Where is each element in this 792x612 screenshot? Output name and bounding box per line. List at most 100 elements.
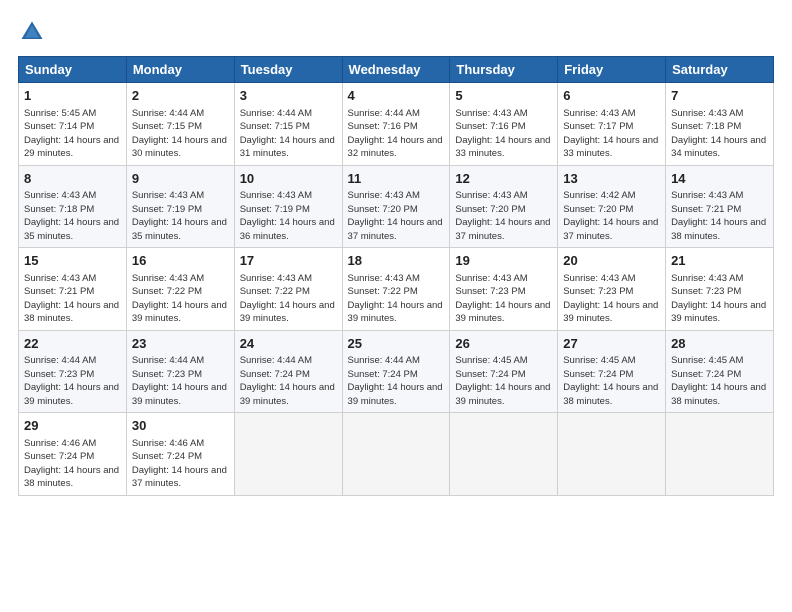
day-info: Sunrise: 4:43 AMSunset: 7:18 PMDaylight:… — [671, 108, 766, 160]
day-info: Sunrise: 5:45 AMSunset: 7:14 PMDaylight:… — [24, 108, 119, 160]
day-info: Sunrise: 4:43 AMSunset: 7:21 PMDaylight:… — [671, 190, 766, 242]
calendar-header-monday: Monday — [126, 57, 234, 83]
calendar-week-1: 1 Sunrise: 5:45 AMSunset: 7:14 PMDayligh… — [19, 83, 774, 166]
calendar-cell: 7 Sunrise: 4:43 AMSunset: 7:18 PMDayligh… — [666, 83, 774, 166]
day-number: 14 — [671, 170, 768, 188]
calendar-cell: 17 Sunrise: 4:43 AMSunset: 7:22 PMDaylig… — [234, 248, 342, 331]
calendar-cell: 29 Sunrise: 4:46 AMSunset: 7:24 PMDaylig… — [19, 413, 127, 496]
page: SundayMondayTuesdayWednesdayThursdayFrid… — [0, 0, 792, 612]
calendar-header-sunday: Sunday — [19, 57, 127, 83]
day-info: Sunrise: 4:45 AMSunset: 7:24 PMDaylight:… — [671, 355, 766, 407]
calendar-header-wednesday: Wednesday — [342, 57, 450, 83]
day-number: 30 — [132, 417, 229, 435]
calendar-cell: 18 Sunrise: 4:43 AMSunset: 7:22 PMDaylig… — [342, 248, 450, 331]
day-info: Sunrise: 4:43 AMSunset: 7:22 PMDaylight:… — [240, 273, 335, 325]
calendar-header-tuesday: Tuesday — [234, 57, 342, 83]
calendar-header-friday: Friday — [558, 57, 666, 83]
calendar-table: SundayMondayTuesdayWednesdayThursdayFrid… — [18, 56, 774, 496]
calendar-cell: 9 Sunrise: 4:43 AMSunset: 7:19 PMDayligh… — [126, 165, 234, 248]
calendar-cell: 2 Sunrise: 4:44 AMSunset: 7:15 PMDayligh… — [126, 83, 234, 166]
day-info: Sunrise: 4:43 AMSunset: 7:17 PMDaylight:… — [563, 108, 658, 160]
calendar-cell: 12 Sunrise: 4:43 AMSunset: 7:20 PMDaylig… — [450, 165, 558, 248]
calendar-cell — [666, 413, 774, 496]
day-number: 4 — [348, 87, 445, 105]
calendar-cell — [342, 413, 450, 496]
calendar-cell: 6 Sunrise: 4:43 AMSunset: 7:17 PMDayligh… — [558, 83, 666, 166]
calendar-cell: 20 Sunrise: 4:43 AMSunset: 7:23 PMDaylig… — [558, 248, 666, 331]
day-number: 20 — [563, 252, 660, 270]
day-info: Sunrise: 4:46 AMSunset: 7:24 PMDaylight:… — [24, 438, 119, 490]
calendar-cell: 11 Sunrise: 4:43 AMSunset: 7:20 PMDaylig… — [342, 165, 450, 248]
day-info: Sunrise: 4:44 AMSunset: 7:15 PMDaylight:… — [132, 108, 227, 160]
day-info: Sunrise: 4:43 AMSunset: 7:22 PMDaylight:… — [132, 273, 227, 325]
day-info: Sunrise: 4:43 AMSunset: 7:23 PMDaylight:… — [671, 273, 766, 325]
day-number: 19 — [455, 252, 552, 270]
day-info: Sunrise: 4:43 AMSunset: 7:20 PMDaylight:… — [455, 190, 550, 242]
header — [18, 18, 774, 46]
day-number: 21 — [671, 252, 768, 270]
day-info: Sunrise: 4:44 AMSunset: 7:23 PMDaylight:… — [24, 355, 119, 407]
day-number: 10 — [240, 170, 337, 188]
calendar-cell: 4 Sunrise: 4:44 AMSunset: 7:16 PMDayligh… — [342, 83, 450, 166]
calendar-cell: 3 Sunrise: 4:44 AMSunset: 7:15 PMDayligh… — [234, 83, 342, 166]
calendar-cell: 5 Sunrise: 4:43 AMSunset: 7:16 PMDayligh… — [450, 83, 558, 166]
day-number: 12 — [455, 170, 552, 188]
day-info: Sunrise: 4:43 AMSunset: 7:18 PMDaylight:… — [24, 190, 119, 242]
calendar-cell: 14 Sunrise: 4:43 AMSunset: 7:21 PMDaylig… — [666, 165, 774, 248]
day-number: 25 — [348, 335, 445, 353]
calendar-cell: 26 Sunrise: 4:45 AMSunset: 7:24 PMDaylig… — [450, 330, 558, 413]
day-info: Sunrise: 4:43 AMSunset: 7:23 PMDaylight:… — [563, 273, 658, 325]
calendar-cell — [450, 413, 558, 496]
calendar-header-saturday: Saturday — [666, 57, 774, 83]
day-number: 27 — [563, 335, 660, 353]
calendar-cell: 16 Sunrise: 4:43 AMSunset: 7:22 PMDaylig… — [126, 248, 234, 331]
day-info: Sunrise: 4:43 AMSunset: 7:16 PMDaylight:… — [455, 108, 550, 160]
day-number: 9 — [132, 170, 229, 188]
calendar-cell — [558, 413, 666, 496]
calendar-cell: 19 Sunrise: 4:43 AMSunset: 7:23 PMDaylig… — [450, 248, 558, 331]
day-number: 5 — [455, 87, 552, 105]
day-number: 8 — [24, 170, 121, 188]
calendar-cell: 27 Sunrise: 4:45 AMSunset: 7:24 PMDaylig… — [558, 330, 666, 413]
day-info: Sunrise: 4:44 AMSunset: 7:24 PMDaylight:… — [348, 355, 443, 407]
calendar-cell: 24 Sunrise: 4:44 AMSunset: 7:24 PMDaylig… — [234, 330, 342, 413]
calendar-week-3: 15 Sunrise: 4:43 AMSunset: 7:21 PMDaylig… — [19, 248, 774, 331]
calendar-week-5: 29 Sunrise: 4:46 AMSunset: 7:24 PMDaylig… — [19, 413, 774, 496]
day-info: Sunrise: 4:45 AMSunset: 7:24 PMDaylight:… — [563, 355, 658, 407]
logo — [18, 18, 50, 46]
logo-icon — [18, 18, 46, 46]
day-number: 6 — [563, 87, 660, 105]
calendar-header-row: SundayMondayTuesdayWednesdayThursdayFrid… — [19, 57, 774, 83]
day-info: Sunrise: 4:44 AMSunset: 7:15 PMDaylight:… — [240, 108, 335, 160]
day-info: Sunrise: 4:44 AMSunset: 7:23 PMDaylight:… — [132, 355, 227, 407]
day-number: 22 — [24, 335, 121, 353]
calendar-week-2: 8 Sunrise: 4:43 AMSunset: 7:18 PMDayligh… — [19, 165, 774, 248]
calendar-cell: 25 Sunrise: 4:44 AMSunset: 7:24 PMDaylig… — [342, 330, 450, 413]
calendar-cell: 1 Sunrise: 5:45 AMSunset: 7:14 PMDayligh… — [19, 83, 127, 166]
day-number: 2 — [132, 87, 229, 105]
day-number: 13 — [563, 170, 660, 188]
calendar-header-thursday: Thursday — [450, 57, 558, 83]
calendar-cell: 28 Sunrise: 4:45 AMSunset: 7:24 PMDaylig… — [666, 330, 774, 413]
calendar-cell: 10 Sunrise: 4:43 AMSunset: 7:19 PMDaylig… — [234, 165, 342, 248]
day-info: Sunrise: 4:43 AMSunset: 7:19 PMDaylight:… — [240, 190, 335, 242]
calendar-cell: 21 Sunrise: 4:43 AMSunset: 7:23 PMDaylig… — [666, 248, 774, 331]
calendar-cell: 8 Sunrise: 4:43 AMSunset: 7:18 PMDayligh… — [19, 165, 127, 248]
day-number: 16 — [132, 252, 229, 270]
day-number: 23 — [132, 335, 229, 353]
day-info: Sunrise: 4:44 AMSunset: 7:24 PMDaylight:… — [240, 355, 335, 407]
day-info: Sunrise: 4:43 AMSunset: 7:23 PMDaylight:… — [455, 273, 550, 325]
day-info: Sunrise: 4:42 AMSunset: 7:20 PMDaylight:… — [563, 190, 658, 242]
day-info: Sunrise: 4:43 AMSunset: 7:19 PMDaylight:… — [132, 190, 227, 242]
day-info: Sunrise: 4:45 AMSunset: 7:24 PMDaylight:… — [455, 355, 550, 407]
day-number: 15 — [24, 252, 121, 270]
calendar-cell: 30 Sunrise: 4:46 AMSunset: 7:24 PMDaylig… — [126, 413, 234, 496]
day-number: 7 — [671, 87, 768, 105]
calendar-cell — [234, 413, 342, 496]
calendar-cell: 15 Sunrise: 4:43 AMSunset: 7:21 PMDaylig… — [19, 248, 127, 331]
day-info: Sunrise: 4:43 AMSunset: 7:21 PMDaylight:… — [24, 273, 119, 325]
day-info: Sunrise: 4:43 AMSunset: 7:22 PMDaylight:… — [348, 273, 443, 325]
day-number: 28 — [671, 335, 768, 353]
day-number: 24 — [240, 335, 337, 353]
day-info: Sunrise: 4:46 AMSunset: 7:24 PMDaylight:… — [132, 438, 227, 490]
